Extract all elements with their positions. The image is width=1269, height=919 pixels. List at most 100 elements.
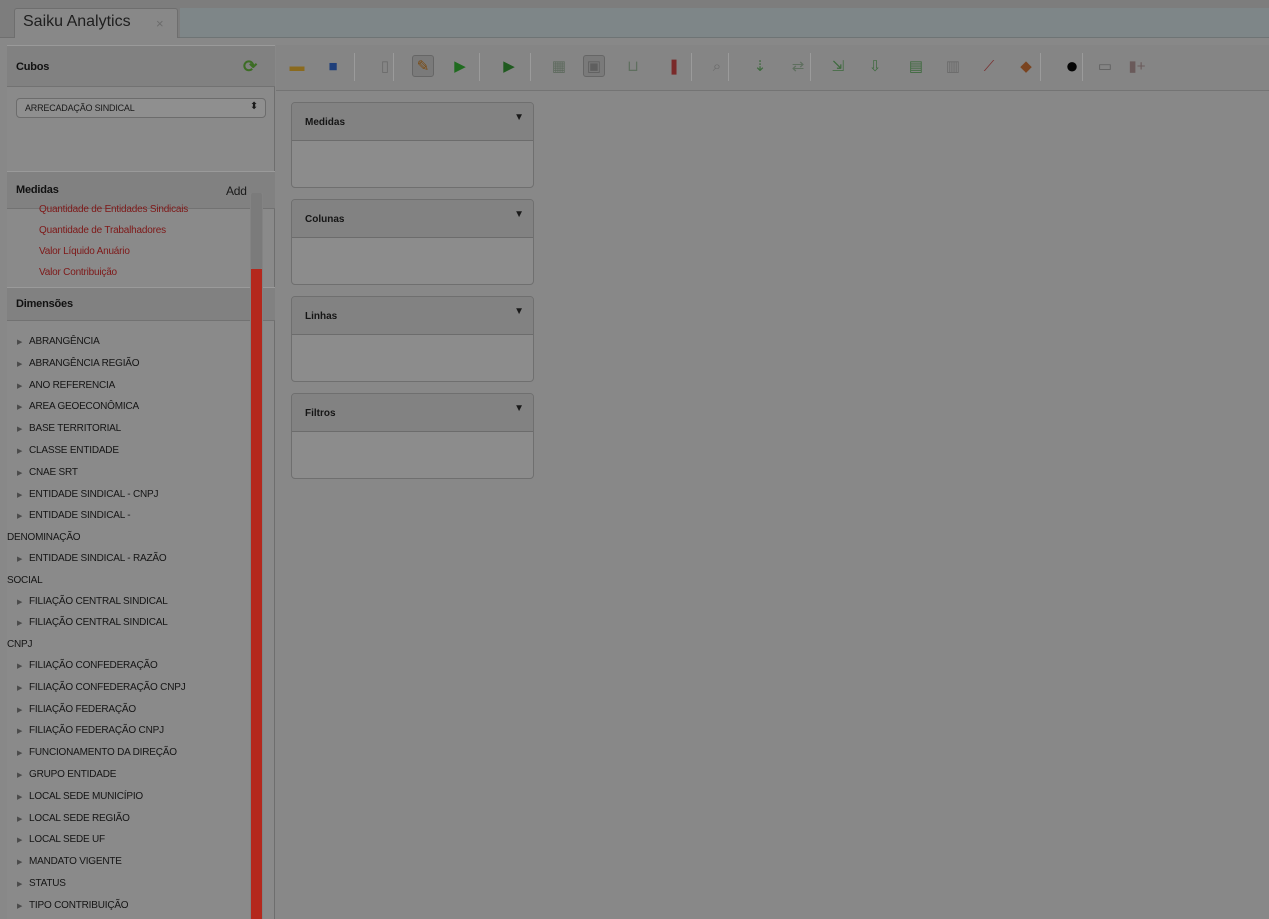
dimension-item[interactable]: ▶ FUNCIONAMENTO DA DIREÇÃO (16, 743, 246, 765)
dimension-item[interactable]: ▶ LOCAL SEDE UF (16, 830, 246, 852)
add-measure-link[interactable]: Add (226, 184, 247, 198)
dimension-item[interactable]: ▶ ANO REFERENCIA (16, 376, 246, 398)
expand-triangle-icon[interactable]: ▶ (17, 550, 29, 571)
dimension-item[interactable]: ▶ FILIAÇÃO CONFEDERAÇÃO CNPJ (16, 678, 246, 700)
expand-triangle-icon[interactable]: ▶ (17, 442, 29, 463)
zoom-icon[interactable]: ⌕ (706, 55, 728, 77)
chart-add-icon[interactable]: ▮+ (1126, 55, 1148, 77)
sort-down-icon[interactable]: ⇣ (749, 55, 771, 77)
drop-zone-medidas[interactable]: Medidas ▼ (291, 102, 534, 188)
presentation-icon[interactable]: ▭ (1094, 55, 1116, 77)
cube-select[interactable]: ARRECADAÇÃO SINDICAL ⬍ (16, 98, 266, 118)
expand-triangle-icon[interactable]: ▶ (17, 875, 29, 896)
dimension-item[interactable]: ▶ MANDATO VIGENTE (16, 852, 246, 874)
dimension-item[interactable]: ▶ CLASSE ENTIDADE (16, 441, 246, 463)
toggle-fields-icon[interactable]: ▦ (548, 55, 570, 77)
dimension-item[interactable]: ▶ LOCAL SEDE REGIÃO (16, 809, 246, 831)
dimension-label: ABRANGÊNCIA (29, 336, 100, 347)
dimension-item[interactable]: ▶ STATUS (16, 874, 246, 896)
expand-triangle-icon[interactable]: ▶ (17, 788, 29, 809)
swap-axis-icon[interactable]: ⇄ (787, 55, 809, 77)
caret-down-icon[interactable]: ▼ (514, 209, 524, 220)
expand-triangle-icon[interactable]: ▶ (17, 398, 29, 419)
non-empty-icon[interactable]: ❚ (663, 55, 685, 77)
sidebar: Cubos ⟳ ARRECADAÇÃO SINDICAL ⬍ Medidas A… (7, 45, 275, 919)
dimension-item[interactable]: ▶ FILIAÇÃO CENTRAL SINDICAL CNPJ (7, 613, 246, 656)
expand-triangle-icon[interactable]: ▶ (17, 853, 29, 874)
expand-triangle-icon[interactable]: ▶ (17, 831, 29, 852)
open-folder-icon[interactable]: ▬ (286, 55, 308, 77)
drill-through-icon[interactable]: ⇩ (864, 55, 886, 77)
measure-item[interactable]: Valor Contribuição (39, 262, 249, 283)
dimension-item[interactable]: ▶ FILIAÇÃO CENTRAL SINDICAL (16, 592, 246, 614)
tab-saiku-analytics[interactable]: Saiku Analytics × (14, 8, 178, 38)
expand-triangle-icon[interactable]: ▶ (17, 333, 29, 354)
expand-triangle-icon[interactable]: ▶ (17, 810, 29, 831)
measures-list: Quantidade de Entidades Sindicais Quantid… (39, 199, 249, 283)
info-icon[interactable]: ● (1061, 53, 1083, 78)
dimension-item[interactable]: ▶ TIPO CONTRIBUIÇÃO (16, 896, 246, 918)
scrollbar-thumb[interactable] (251, 193, 262, 269)
expand-triangle-icon[interactable]: ▶ (17, 507, 29, 528)
expand-triangle-icon[interactable]: ▶ (17, 897, 29, 918)
dimension-label: ABRANGÊNCIA REGIÃO (29, 357, 140, 369)
toggle-sidebar-icon[interactable]: ▣ (583, 55, 605, 77)
drop-zone-title: Colunas (292, 200, 533, 238)
measure-item[interactable]: Quantidade de Trabalhadores (39, 220, 249, 241)
query-toolbar: ▬ ■ ▯ ✎ ▶ ▶ ▦ ▣ ⊔ ❚ ⌕ ⇣ ⇄ ⇲ ⇩ ▤ ▥ ⟋ ◆ ● ▭ ▮+ (276, 45, 1269, 91)
caret-down-icon[interactable]: ▼ (514, 403, 524, 414)
hide-parents-icon[interactable]: ⊔ (622, 55, 644, 77)
expand-triangle-icon[interactable]: ▶ (17, 701, 29, 722)
expand-triangle-icon[interactable]: ▶ (17, 377, 29, 398)
export-csv-icon[interactable]: ▥ (942, 55, 964, 77)
expand-triangle-icon[interactable]: ▶ (17, 486, 29, 507)
dimension-item[interactable]: ▶ ENTIDADE SINDICAL - DENOMINAÇÃO (7, 506, 246, 549)
run-query-icon[interactable]: ▶ (449, 55, 471, 77)
dimension-item[interactable]: ▶ CNAE SRT (16, 463, 246, 485)
refresh-icon[interactable]: ⟳ (243, 57, 257, 77)
dimension-item[interactable]: ▶ ABRANGÊNCIA (16, 332, 246, 354)
drop-zone-filtros[interactable]: Filtros ▼ (291, 393, 534, 479)
expand-triangle-icon[interactable]: ▶ (17, 766, 29, 787)
dimension-item[interactable]: ▶ ENTIDADE SINDICAL - CNPJ (16, 485, 246, 507)
dimension-item[interactable]: ▶ FILIAÇÃO FEDERAÇÃO (16, 700, 246, 722)
caret-down-icon[interactable]: ▼ (514, 112, 524, 123)
measures-title: Medidas (16, 184, 59, 196)
expand-triangle-icon[interactable]: ▶ (17, 614, 29, 635)
edit-pencil-icon[interactable]: ✎ (412, 55, 434, 77)
expand-triangle-icon[interactable]: ▶ (17, 722, 29, 743)
dimension-item[interactable]: ▶ FILIAÇÃO FEDERAÇÃO CNPJ (16, 721, 246, 743)
export-pdf-icon[interactable]: ⟋ (978, 55, 1000, 77)
dimensions-header: Dimensões (7, 287, 275, 321)
dimension-item[interactable]: ▶ GRUPO ENTIDADE (16, 765, 246, 787)
measure-item[interactable]: Quantidade de Entidades Sindicais (39, 199, 249, 220)
drill-across-icon[interactable]: ⇲ (827, 55, 849, 77)
dimension-label: FILIAÇÃO FEDERAÇÃO CNPJ (29, 725, 164, 737)
new-query-icon[interactable]: ▯ (374, 55, 396, 77)
dimension-item[interactable]: ▶ FILIAÇÃO CONFEDERAÇÃO (16, 656, 246, 678)
expand-triangle-icon[interactable]: ▶ (17, 593, 29, 614)
drop-zone-linhas[interactable]: Linhas ▼ (291, 296, 534, 382)
expand-triangle-icon[interactable]: ▶ (17, 420, 29, 441)
drop-zone-colunas[interactable]: Colunas ▼ (291, 199, 534, 285)
dimension-item[interactable]: ▶ LOCAL SEDE MUNICÍPIO (16, 787, 246, 809)
expand-triangle-icon[interactable]: ▶ (17, 355, 29, 376)
expand-triangle-icon[interactable]: ▶ (17, 679, 29, 700)
dimension-label-continued: SOCIAL (7, 574, 43, 586)
dimension-item[interactable]: ▶ BASE TERRITORIAL (16, 419, 246, 441)
save-icon[interactable]: ■ (322, 55, 344, 77)
dimension-item[interactable]: ▶ ENTIDADE SINDICAL - RAZÃO SOCIAL (7, 549, 246, 592)
expand-triangle-icon[interactable]: ▶ (17, 657, 29, 678)
export-xls-icon[interactable]: ▤ (905, 55, 927, 77)
tab-close-icon[interactable]: × (156, 16, 164, 31)
dimension-item[interactable]: ▶ ABRANGÊNCIA REGIÃO (16, 354, 246, 376)
mdx-icon[interactable]: ◆ (1015, 55, 1037, 77)
cubes-header: Cubos ⟳ (7, 45, 275, 87)
automatic-execution-icon[interactable]: ▶ (498, 55, 520, 77)
expand-triangle-icon[interactable]: ▶ (17, 464, 29, 485)
caret-down-icon[interactable]: ▼ (514, 306, 524, 317)
dimension-item[interactable]: ▶ AREA GEOECONÔMICA (16, 397, 246, 419)
expand-triangle-icon[interactable]: ▶ (17, 744, 29, 765)
measure-item[interactable]: Valor Líquido Anuário (39, 241, 249, 262)
drop-zone-title: Medidas (292, 103, 533, 141)
